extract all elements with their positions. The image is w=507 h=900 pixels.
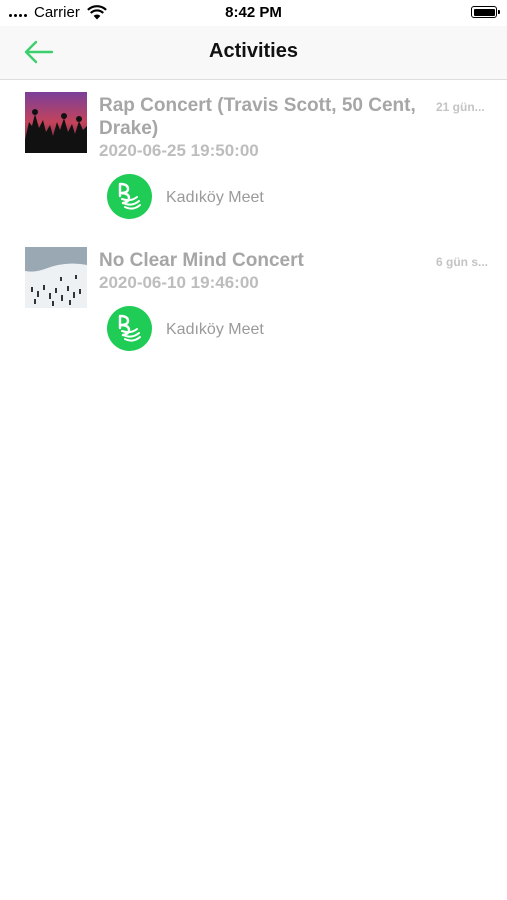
- activity-time-ago: 6 gün s...: [436, 255, 489, 269]
- activity-row[interactable]: No Clear Mind Concert 2020-06-10 19:46:0…: [0, 245, 507, 365]
- activity-datetime: 2020-06-25 19:50:00: [99, 141, 259, 160]
- navigation-bar: Activities: [0, 26, 507, 80]
- venue-logo-icon: [107, 174, 152, 219]
- status-bar: Carrier 8:42 PM: [0, 0, 507, 26]
- activity-datetime: 2020-06-10 19:46:00: [99, 273, 259, 292]
- page-title: Activities: [209, 40, 298, 62]
- activity-time-ago: 21 gün...: [436, 100, 485, 114]
- venue-name: Kadıköy Meet: [166, 189, 264, 206]
- venue-name: Kadıköy Meet: [166, 321, 264, 338]
- concert-crowd-image: [25, 92, 87, 153]
- battery-icon: [471, 6, 500, 18]
- activity-title: No Clear Mind Concert: [99, 250, 304, 271]
- clock: 8:42 PM: [225, 4, 282, 21]
- activity-title: Rap Concert (Travis Scott, 50 Cent, Drak…: [99, 95, 416, 139]
- snowy-crowd-image: [25, 247, 87, 308]
- venue-logo-icon: [107, 306, 152, 351]
- activity-row[interactable]: Rap Concert (Travis Scott, 50 Cent, Drak…: [0, 90, 507, 230]
